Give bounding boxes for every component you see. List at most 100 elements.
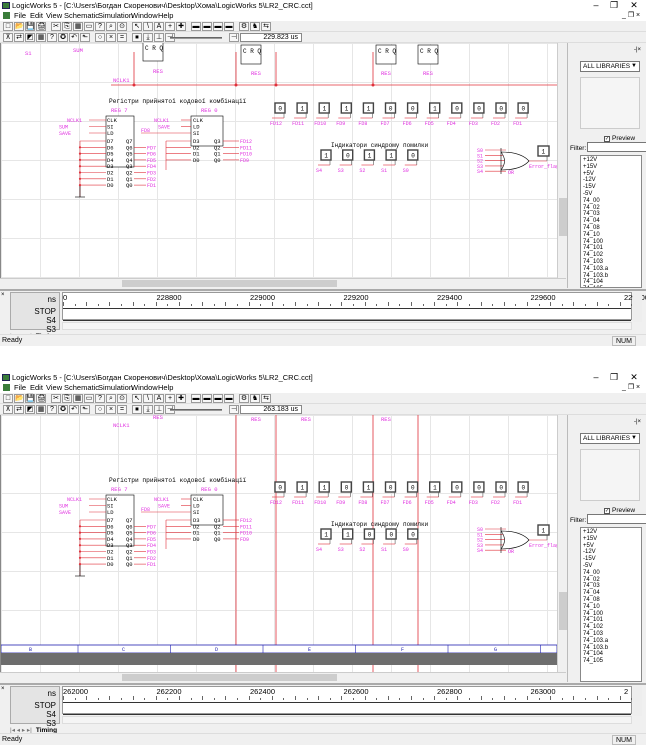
toolbar-button-10[interactable]: ⊙	[117, 22, 127, 31]
menu-file[interactable]: File	[14, 383, 26, 393]
part-list-item[interactable]: 74_02	[583, 577, 639, 584]
minimize-button[interactable]: –	[586, 372, 606, 383]
toolbar-button-4[interactable]: ✂	[51, 394, 61, 403]
toolbar-button-3[interactable]: 🖨	[36, 394, 46, 403]
sim-button-1[interactable]: ⇄	[14, 405, 24, 414]
part-list-item[interactable]: +12V	[583, 157, 639, 164]
sim-button-12[interactable]: ⤓	[143, 405, 153, 414]
toolbar-button-18[interactable]: ▬	[213, 394, 223, 403]
toolbar-button-11[interactable]: ↖	[132, 22, 142, 31]
timing-close[interactable]: ×	[1, 686, 5, 692]
close-button[interactable]: ✕	[624, 0, 644, 11]
time-step-button[interactable]: ⊣	[229, 405, 239, 414]
toolbar-button-16[interactable]: ▬	[191, 394, 201, 403]
close-button[interactable]: ✕	[624, 372, 644, 383]
toolbar-button-7[interactable]: ▭	[84, 22, 94, 31]
vertical-scrollbar[interactable]	[557, 415, 567, 672]
toolbar-button-12[interactable]: \	[143, 22, 153, 31]
toolbar-button-9[interactable]: ⌕	[106, 394, 116, 403]
toolbar-button-13[interactable]: A	[154, 22, 164, 31]
sim-button-12[interactable]: ⤓	[143, 33, 153, 42]
timing-signal-1[interactable]: S4	[11, 710, 56, 719]
sim-button-13[interactable]: ⊥	[154, 33, 164, 42]
sim-button-3[interactable]: ▦	[36, 405, 46, 414]
menu-view[interactable]: View	[46, 383, 62, 393]
toolbar-button-11[interactable]: ↖	[132, 394, 142, 403]
menu-simulation[interactable]: Simulation	[98, 383, 133, 393]
toolbar-button-17[interactable]: ▬	[202, 22, 212, 31]
sim-button-5[interactable]: ✪	[58, 405, 68, 414]
toolbar-button-18[interactable]: ▬	[213, 22, 223, 31]
maximize-button[interactable]: ❐	[604, 372, 624, 383]
part-list-item[interactable]: 74_101	[583, 617, 639, 624]
part-list-item[interactable]: +15V	[583, 536, 639, 543]
toolbar-button-15[interactable]: ✚	[176, 22, 186, 31]
part-list-item[interactable]: 74_03	[583, 583, 639, 590]
sim-button-10[interactable]: =	[117, 33, 127, 42]
preview-checkbox[interactable]: ✓ Preview	[604, 135, 635, 142]
vertical-scroll-thumb[interactable]	[559, 592, 567, 630]
sim-button-0[interactable]: ⊼	[3, 33, 13, 42]
toolbar-button-20[interactable]: ⚙	[239, 394, 249, 403]
sim-button-3[interactable]: ▦	[36, 33, 46, 42]
part-list-item[interactable]: 74_02	[583, 205, 639, 212]
horizontal-scroll-thumb[interactable]	[122, 674, 337, 681]
schematic-canvas[interactable]: RES RES RES RES NCLK1 Регістри прийнятої кодо…	[0, 415, 567, 672]
horizontal-scroll-thumb[interactable]	[122, 280, 337, 287]
speed-slider[interactable]	[170, 37, 222, 39]
menu-view[interactable]: View	[46, 11, 62, 21]
toolbar-button-13[interactable]: A	[154, 394, 164, 403]
part-list-item[interactable]: 74_10	[583, 604, 639, 611]
part-list-item[interactable]: -5V	[583, 191, 639, 198]
part-list-item[interactable]: -5V	[583, 563, 639, 570]
filter-input[interactable]	[587, 514, 646, 524]
toolbar-button-14[interactable]: +	[165, 22, 175, 31]
part-list-item[interactable]: 74_00	[583, 198, 639, 205]
toolbar-button-21[interactable]: ♞	[250, 22, 260, 31]
menu-window[interactable]: Window	[131, 383, 158, 393]
sim-button-8[interactable]: ○	[95, 33, 105, 42]
menu-help[interactable]: Help	[158, 383, 173, 393]
timing-vscroll[interactable]	[633, 292, 642, 322]
sim-button-1[interactable]: ⇄	[14, 33, 24, 42]
toolbar-button-20[interactable]: ⚙	[239, 22, 249, 31]
part-list-item[interactable]: 74_105	[583, 658, 639, 665]
part-list-item[interactable]: 74_103.b	[583, 645, 639, 652]
mdi-controls[interactable]: _ ❐ ×	[622, 383, 640, 393]
sim-button-4[interactable]: ?	[47, 405, 57, 414]
time-step-button[interactable]: ⊣	[229, 33, 239, 42]
part-list-item[interactable]: 74_101	[583, 245, 639, 252]
part-list-item[interactable]: -15V	[583, 556, 639, 563]
toolbar-button-22[interactable]: ⇆	[261, 22, 271, 31]
palette-close[interactable]: -|×	[634, 47, 641, 53]
library-dropdown[interactable]: ALL LIBRARIES ▼	[580, 61, 640, 72]
speed-slider[interactable]	[170, 409, 222, 411]
sim-button-4[interactable]: ?	[47, 33, 57, 42]
maximize-button[interactable]: ❐	[604, 0, 624, 11]
part-list-item[interactable]: 74_103.a	[583, 638, 639, 645]
toolbar-button-19[interactable]: ▬	[224, 22, 234, 31]
part-list-item[interactable]: 74_08	[583, 597, 639, 604]
sim-button-2[interactable]: ◩	[25, 33, 35, 42]
palette-close[interactable]: -|×	[634, 419, 641, 425]
vertical-scroll-thumb[interactable]	[559, 198, 567, 236]
library-dropdown[interactable]: ALL LIBRARIES ▼	[580, 433, 640, 444]
part-list-item[interactable]: 74_104	[583, 279, 639, 286]
toolbar-button-5[interactable]: ⎘	[62, 22, 72, 31]
timing-close[interactable]: ×	[1, 292, 5, 298]
part-list-item[interactable]: 74_102	[583, 624, 639, 631]
part-list-item[interactable]: 74_100	[583, 239, 639, 246]
toolbar-button-21[interactable]: ♞	[250, 394, 260, 403]
toolbar-button-1[interactable]: 📂	[14, 394, 24, 403]
part-list-item[interactable]: 74_103	[583, 631, 639, 638]
toolbar-button-10[interactable]: ⊙	[117, 394, 127, 403]
part-list-item[interactable]: 74_08	[583, 225, 639, 232]
schematic-canvas[interactable]: C R Q C R Q C R Q C R Q S1 SUM RES RES RES RES NCL…	[0, 43, 567, 278]
vertical-scrollbar[interactable]	[557, 43, 567, 278]
toolbar-button-7[interactable]: ▭	[84, 394, 94, 403]
menu-file[interactable]: File	[14, 11, 26, 21]
toolbar-button-2[interactable]: 💾	[25, 22, 35, 31]
filter-input[interactable]	[587, 142, 646, 152]
part-list-item[interactable]: 74_03	[583, 211, 639, 218]
part-list-item[interactable]: 74_103	[583, 259, 639, 266]
